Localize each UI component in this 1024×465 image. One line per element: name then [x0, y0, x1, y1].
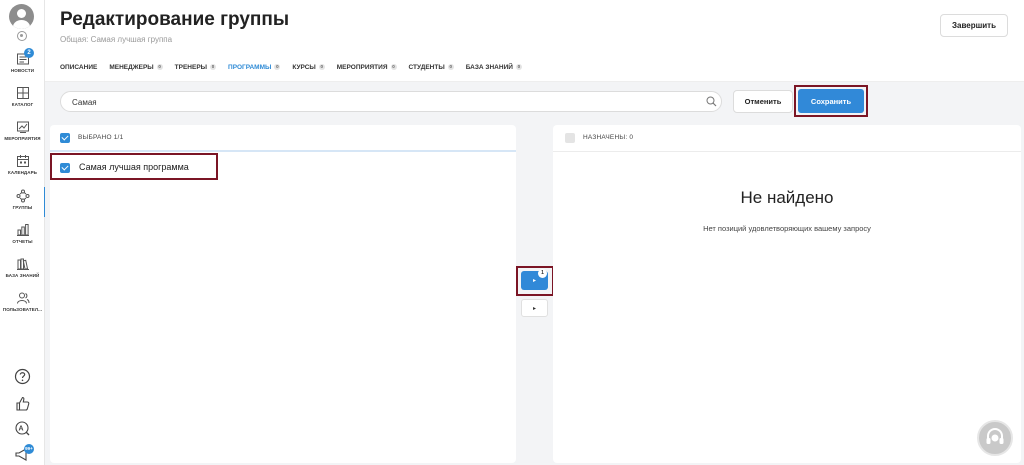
tab-label: МЕРОПРИЯТИЯ [336, 64, 388, 71]
select-all-assigned-checkbox[interactable] [565, 133, 575, 143]
sidebar-item-events[interactable]: МЕРОПРИЯТИЯ [0, 120, 45, 141]
tab-trainers[interactable]: ТРЕНЕРЫ 0 [174, 64, 217, 82]
news-badge: 2 [24, 48, 34, 58]
empty-state-title: Не найдено [740, 188, 834, 207]
empty-state-text: Нет позиций удовлетворяющих вашему запро… [703, 224, 871, 233]
tab-count: 0 [318, 64, 325, 70]
sidebar-item-label: НОВОСТИ [10, 68, 35, 73]
search-box[interactable] [60, 91, 722, 112]
svg-text:A: A [19, 426, 24, 433]
sidebar-item-news[interactable]: 2 НОВОСТИ [0, 48, 45, 73]
sidebar-item-groups[interactable]: ГРУППЫ [0, 187, 46, 217]
list-item[interactable]: Самая лучшая программа [79, 162, 189, 172]
settings-icon[interactable] [17, 31, 27, 41]
sidebar-item-calendar[interactable]: КАЛЕНДАРЬ [0, 154, 45, 175]
tab-label: ТРЕНЕРЫ [174, 64, 208, 71]
finish-button[interactable]: Завершить [940, 14, 1008, 37]
translate-icon[interactable]: A [14, 420, 31, 437]
search-input[interactable] [72, 95, 672, 109]
knowledge-base-icon [16, 258, 29, 270]
sidebar-item-label: ГРУППЫ [12, 205, 33, 210]
sidebar-item-label: КАЛЕНДАРЬ [7, 170, 38, 175]
select-all-checkbox[interactable] [60, 133, 70, 143]
sidebar-item-knowledge-base[interactable]: БАЗА ЗНАНИЙ [0, 257, 45, 278]
tab-label: ОПИСАНИЕ [60, 64, 98, 71]
sidebar-item-label: БАЗА ЗНАНИЙ [5, 273, 40, 278]
groups-icon [16, 189, 29, 203]
search-icon[interactable] [706, 96, 717, 107]
tab-programs[interactable]: ПРОГРАММЫ 0 [224, 64, 285, 82]
headset-icon [986, 428, 1004, 444]
tab-knowledge-base[interactable]: БАЗА ЗНАНИЙ 0 [466, 64, 522, 82]
tab-label: ПРОГРАММЫ [228, 64, 272, 71]
sidebar-item-reports[interactable]: ОТЧЕТЫ [0, 223, 45, 244]
cancel-button[interactable]: Отменить [733, 90, 793, 113]
tab-students[interactable]: СТУДЕНТЫ 0 [409, 64, 454, 82]
notifications-badge: 99+ [24, 444, 34, 454]
tab-managers[interactable]: МЕНЕДЖЕРЫ 0 [109, 64, 163, 82]
calendar-icon [16, 155, 29, 167]
support-chat-button[interactable] [977, 420, 1013, 456]
move-left-button[interactable]: ▸ [521, 299, 548, 317]
tab-label: СТУДЕНТЫ [408, 64, 445, 71]
tab-count: 0 [390, 64, 397, 70]
move-count-badge: 1 [538, 269, 547, 278]
tab-label: КУРСЫ [292, 64, 316, 71]
tab-events[interactable]: МЕРОПРИЯТИЯ 0 [337, 64, 397, 82]
tab-count: 0 [274, 64, 281, 70]
catalog-icon [16, 87, 29, 99]
sidebar-item-catalog[interactable]: КАТАЛОГ [0, 86, 45, 107]
tab-label: БАЗА ЗНАНИЙ [465, 64, 513, 71]
list-item-checkbox[interactable] [60, 163, 70, 173]
panel-header: ВЫБРАНО 1/1 [50, 125, 516, 152]
user-avatar[interactable] [9, 4, 34, 29]
sidebar-item-label: МЕРОПРИЯТИЯ [4, 136, 41, 141]
tab-description[interactable]: ОПИСАНИЕ [60, 64, 97, 82]
available-programs-panel: ВЫБРАНО 1/1 Самая лучшая программа [50, 125, 516, 463]
sidebar-item-users[interactable]: ПОЛЬЗОВАТЕЛ... [0, 291, 45, 312]
tab-count: 0 [210, 64, 217, 70]
page-subtitle: Общая: Самая лучшая группа [60, 35, 173, 44]
sidebar-item-label: ОТЧЕТЫ [12, 239, 33, 244]
events-icon [16, 121, 29, 133]
tab-bar: ОПИСАНИЕ МЕНЕДЖЕРЫ 0 ТРЕНЕРЫ 0 ПРОГРАММЫ 0 … [60, 64, 534, 82]
tab-courses[interactable]: КУРСЫ 0 [292, 64, 325, 82]
sidebar-item-label: КАТАЛОГ [11, 102, 34, 107]
tab-count: 0 [447, 64, 454, 70]
panel-header: НАЗНАЧЕНЫ: 0 [553, 125, 1021, 152]
help-icon[interactable] [14, 368, 31, 385]
assigned-count: НАЗНАЧЕНЫ: 0 [583, 134, 634, 141]
users-icon [16, 292, 29, 304]
tab-count: 0 [515, 64, 522, 70]
selected-count: ВЫБРАНО 1/1 [78, 134, 124, 141]
sidebar-item-label: ПОЛЬЗОВАТЕЛ... [2, 307, 43, 312]
thumbs-up-icon[interactable] [14, 395, 31, 412]
save-button[interactable]: Сохранить [798, 89, 864, 113]
reports-icon [16, 224, 29, 236]
page-title: Редактирование группы [60, 9, 290, 30]
tab-count: 0 [156, 64, 163, 70]
tab-label: МЕНЕДЖЕРЫ [109, 64, 154, 71]
assigned-programs-panel: НАЗНАЧЕНЫ: 0 Не найдено Нет позиций удов… [553, 125, 1021, 463]
sidebar: 2 НОВОСТИ КАТАЛОГ МЕРОПРИЯТИЯ КАЛЕНДАРЬ … [0, 0, 46, 465]
